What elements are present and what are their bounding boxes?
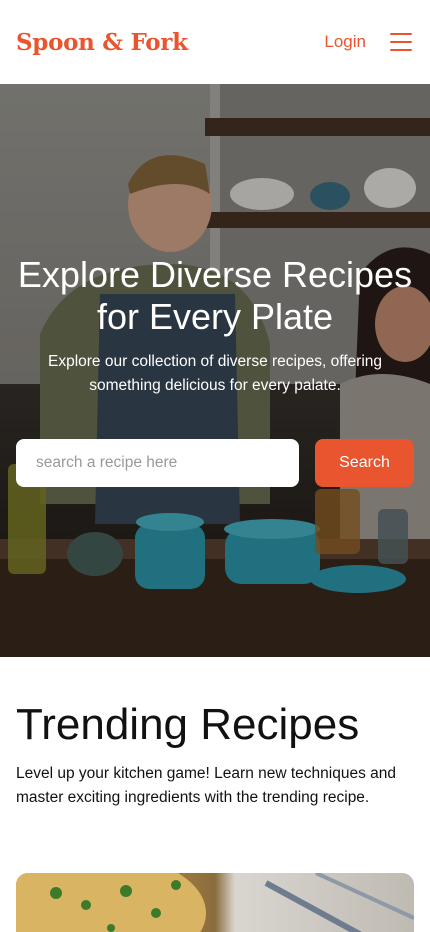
recipe-search-input[interactable] — [16, 439, 299, 487]
trending-section-title: Trending Recipes — [16, 700, 360, 749]
trending-section-description: Level up your kitchen game! Learn new te… — [16, 765, 396, 806]
recipe-thumbnail-image — [16, 873, 414, 932]
menu-line — [390, 33, 412, 35]
hamburger-menu-icon[interactable] — [390, 33, 412, 51]
site-header: Spoon & Fork Login — [0, 0, 430, 84]
brand-logo[interactable]: Spoon & Fork — [16, 29, 188, 56]
search-button[interactable]: Search — [315, 439, 414, 487]
header-actions: Login — [324, 32, 414, 52]
menu-line — [390, 49, 412, 51]
hero-subtitle: Explore our collection of diverse recipe… — [48, 353, 382, 394]
hero-title: Explore Diverse Recipes for Every Plate — [17, 254, 413, 337]
hero-section: Explore Diverse Recipes for Every Plate … — [0, 84, 430, 657]
recipe-card-image[interactable] — [16, 873, 414, 932]
menu-line — [390, 41, 412, 43]
login-link[interactable]: Login — [324, 32, 366, 52]
